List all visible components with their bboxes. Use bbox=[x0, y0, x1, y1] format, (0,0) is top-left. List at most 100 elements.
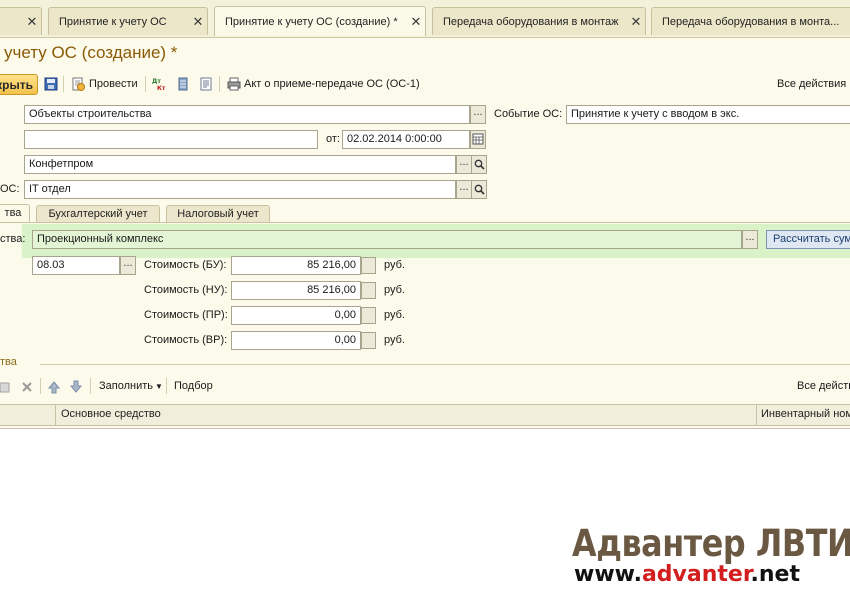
post-button[interactable]: Провести bbox=[89, 78, 138, 90]
calculator-icon[interactable] bbox=[361, 332, 376, 349]
select-button[interactable]: ... bbox=[456, 155, 472, 174]
tab-label: Принятие к учету ОС bbox=[59, 15, 167, 28]
calendar-button[interactable] bbox=[470, 130, 486, 149]
selection-button[interactable]: Подбор bbox=[174, 380, 213, 392]
currency-label: руб. bbox=[384, 334, 405, 346]
section-title: тва bbox=[0, 356, 17, 368]
all-actions-menu[interactable]: Все действия bbox=[777, 78, 846, 90]
close-icon[interactable]: ✕ bbox=[407, 14, 425, 30]
url-accent: advanter bbox=[641, 562, 751, 587]
debit-credit-icon[interactable]: Дт Кт bbox=[152, 77, 166, 91]
magnifier-icon bbox=[474, 184, 485, 195]
date-label: от: bbox=[326, 133, 340, 145]
move-down-icon[interactable] bbox=[69, 380, 83, 394]
currency-label: руб. bbox=[384, 284, 405, 296]
toolbar-separator bbox=[90, 378, 91, 394]
cost-nu-label: Стоимость (НУ): bbox=[144, 284, 228, 296]
post-document-icon[interactable] bbox=[71, 77, 85, 91]
select-button[interactable]: ... bbox=[456, 180, 472, 199]
table-header: Основное средство Инвентарный ном bbox=[0, 404, 850, 426]
calendar-icon bbox=[472, 133, 484, 145]
delete-row-icon[interactable] bbox=[20, 380, 34, 394]
print-act-button[interactable]: Акт о приеме-передаче ОС (ОС-1) bbox=[244, 78, 420, 90]
select-button[interactable]: ... bbox=[742, 230, 758, 249]
copy-row-icon[interactable] bbox=[0, 380, 14, 394]
document-tab-bar: ✕ Принятие к учету ОС ✕ Принятие к учету… bbox=[0, 0, 850, 38]
printer-icon[interactable] bbox=[227, 77, 241, 91]
cost-bu-field[interactable]: 85 216,00 bbox=[231, 256, 361, 275]
form-toolbar: крыть Провести Дт Кт bbox=[0, 72, 850, 96]
tab-label: Принятие к учету ОС (создание) * bbox=[225, 15, 398, 28]
toolbar-separator bbox=[219, 76, 220, 92]
number-field[interactable] bbox=[24, 130, 318, 149]
tab-label: Передача оборудования в монтаж bbox=[443, 15, 619, 28]
close-form-button[interactable]: крыть bbox=[0, 74, 38, 95]
calculator-icon[interactable] bbox=[361, 307, 376, 324]
section-divider bbox=[40, 364, 850, 365]
open-button[interactable] bbox=[471, 155, 487, 174]
table-body-border bbox=[0, 428, 850, 429]
tab-fixed-assets[interactable]: тва bbox=[0, 204, 30, 223]
event-field[interactable]: Принятие к учету с вводом в экс. bbox=[566, 105, 850, 124]
cost-bu-label: Стоимость (БУ): bbox=[144, 259, 227, 271]
open-button[interactable] bbox=[471, 180, 487, 199]
organization-field[interactable]: Конфетпром bbox=[24, 155, 456, 174]
calculator-icon[interactable] bbox=[361, 257, 376, 274]
currency-label: руб. bbox=[384, 309, 405, 321]
date-field[interactable]: 02.02.2014 0:00:00 bbox=[342, 130, 470, 149]
document-structure-icon[interactable] bbox=[199, 77, 213, 91]
event-label: Событие ОС: bbox=[494, 108, 563, 120]
tab-2[interactable]: Принятие к учету ОС (создание) * ✕ bbox=[214, 6, 426, 36]
construction-object-field[interactable]: Проекционный комплекс bbox=[32, 230, 742, 249]
magnifier-icon bbox=[474, 159, 485, 170]
calculator-icon[interactable] bbox=[361, 282, 376, 299]
url-prefix: www. bbox=[574, 562, 642, 587]
department-field[interactable]: IT отдел bbox=[24, 180, 456, 199]
fill-menu-button[interactable]: Заполнить bbox=[99, 380, 153, 392]
svg-text:Кт: Кт bbox=[157, 85, 166, 91]
operation-type-field[interactable]: Объекты строительства bbox=[24, 105, 470, 124]
tab-0[interactable]: ✕ bbox=[0, 7, 42, 35]
toolbar-separator bbox=[145, 76, 146, 92]
close-icon[interactable]: ✕ bbox=[189, 14, 207, 30]
toolbar-separator bbox=[40, 378, 41, 394]
tab-tax-accounting[interactable]: Налоговый учет bbox=[166, 205, 270, 223]
save-icon[interactable] bbox=[44, 77, 58, 91]
currency-label: руб. bbox=[384, 259, 405, 271]
close-icon[interactable]: ✕ bbox=[627, 14, 645, 30]
table-all-actions-menu[interactable]: Все действ bbox=[797, 380, 850, 392]
tab-3[interactable]: Передача оборудования в монтаж ✕ bbox=[432, 7, 646, 35]
cost-vr-label: Стоимость (ВР): bbox=[144, 334, 228, 346]
cost-nu-field[interactable]: 85 216,00 bbox=[231, 281, 361, 300]
tab-4[interactable]: Передача оборудования в монта... bbox=[651, 7, 850, 35]
account-field[interactable]: 08.03 bbox=[32, 256, 120, 275]
page-title: учету ОС (создание) * bbox=[4, 43, 178, 62]
calculate-sum-button[interactable]: Рассчитать сум bbox=[766, 230, 850, 249]
url-suffix: .net bbox=[750, 562, 800, 587]
watermark-title: Адвантер ЛВТИ bbox=[572, 522, 850, 565]
tab-label: Передача оборудования в монта... bbox=[662, 15, 840, 28]
close-icon[interactable]: ✕ bbox=[23, 14, 41, 30]
watermark-url: www.advanter.net bbox=[574, 562, 800, 587]
select-button[interactable]: ... bbox=[470, 105, 486, 124]
select-button[interactable]: ... bbox=[120, 256, 136, 275]
column-header-inventory-number[interactable]: Инвентарный ном bbox=[761, 408, 850, 420]
dropdown-arrow-icon[interactable]: ▼ bbox=[155, 382, 163, 391]
department-label: ОС: bbox=[0, 183, 20, 195]
cost-pr-label: Стоимость (ПР): bbox=[144, 309, 228, 321]
tab-panel-border bbox=[0, 222, 850, 223]
column-header-fixed-asset[interactable]: Основное средство bbox=[61, 408, 161, 420]
toolbar-separator bbox=[166, 378, 167, 394]
cost-pr-field[interactable]: 0,00 bbox=[231, 306, 361, 325]
tab-1[interactable]: Принятие к учету ОС ✕ bbox=[48, 7, 208, 35]
column-separator bbox=[55, 405, 56, 426]
svg-text:Дт: Дт bbox=[152, 78, 161, 85]
register-records-icon[interactable] bbox=[176, 77, 190, 91]
move-up-icon[interactable] bbox=[47, 380, 61, 394]
cost-vr-field[interactable]: 0,00 bbox=[231, 331, 361, 350]
table-toolbar: Заполнить ▼ Подбор Все действ bbox=[0, 374, 850, 398]
document-form: учету ОС (создание) * крыть Провести Дт … bbox=[0, 38, 850, 428]
column-separator bbox=[756, 405, 757, 426]
object-label: ства: bbox=[0, 233, 26, 245]
tab-accounting[interactable]: Бухгалтерский учет bbox=[36, 205, 160, 223]
